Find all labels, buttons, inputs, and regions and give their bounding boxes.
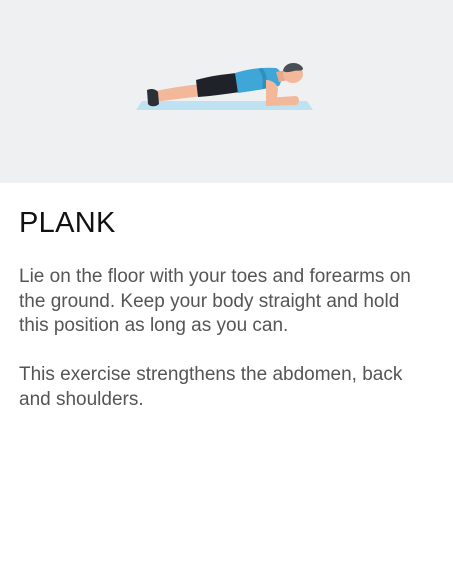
exercise-instructions: Lie on the floor with your toes and fore… [19, 266, 411, 336]
person-plank-illustration [136, 62, 313, 110]
near-leg [152, 84, 202, 102]
exercise-content: PLANK Lie on the floor with your toes an… [19, 205, 434, 412]
shorts [196, 73, 240, 97]
exercise-illustration [0, 0, 453, 183]
shoe [147, 88, 159, 107]
exercise-detail-screen: PLANK Lie on the floor with your toes an… [0, 0, 453, 585]
exercise-benefits: This exercise strengthens the abdomen, b… [19, 364, 403, 410]
exercise-title: PLANK [19, 207, 116, 239]
